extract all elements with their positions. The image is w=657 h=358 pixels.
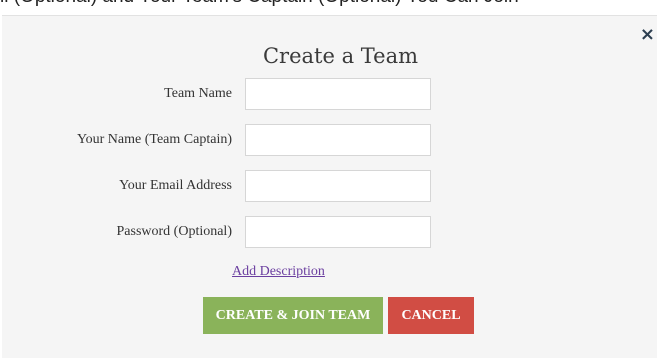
team-name-row: Team Name	[2, 78, 657, 114]
captain-name-input[interactable]	[245, 124, 431, 156]
captain-name-label: Your Name (Team Captain)	[76, 132, 232, 147]
cancel-button[interactable]: CANCEL	[388, 297, 474, 334]
captain-name-row: Your Name (Team Captain)	[2, 124, 657, 160]
password-row: Password (Optional)	[2, 216, 657, 252]
page: ll (Optional) and Your Team's Captain (O…	[0, 0, 657, 358]
create-join-team-button[interactable]: CREATE & JOIN TEAM	[203, 297, 383, 334]
password-label: Password (Optional)	[116, 224, 233, 239]
background-page-text: ll (Optional) and Your Team's Captain (O…	[0, 0, 657, 8]
email-input[interactable]	[245, 170, 431, 202]
modal-title: Create a Team	[262, 44, 419, 68]
email-row: Your Email Address	[2, 170, 657, 206]
password-input[interactable]	[245, 216, 431, 248]
team-name-label: Team Name	[164, 86, 232, 101]
close-icon[interactable]: ×	[640, 26, 655, 44]
create-team-modal: × Create a Team Team Name Your Name (Tea…	[2, 15, 657, 358]
email-label: Your Email Address	[119, 178, 232, 193]
team-name-input[interactable]	[245, 78, 431, 110]
add-description-link[interactable]: Add Description	[232, 264, 325, 280]
